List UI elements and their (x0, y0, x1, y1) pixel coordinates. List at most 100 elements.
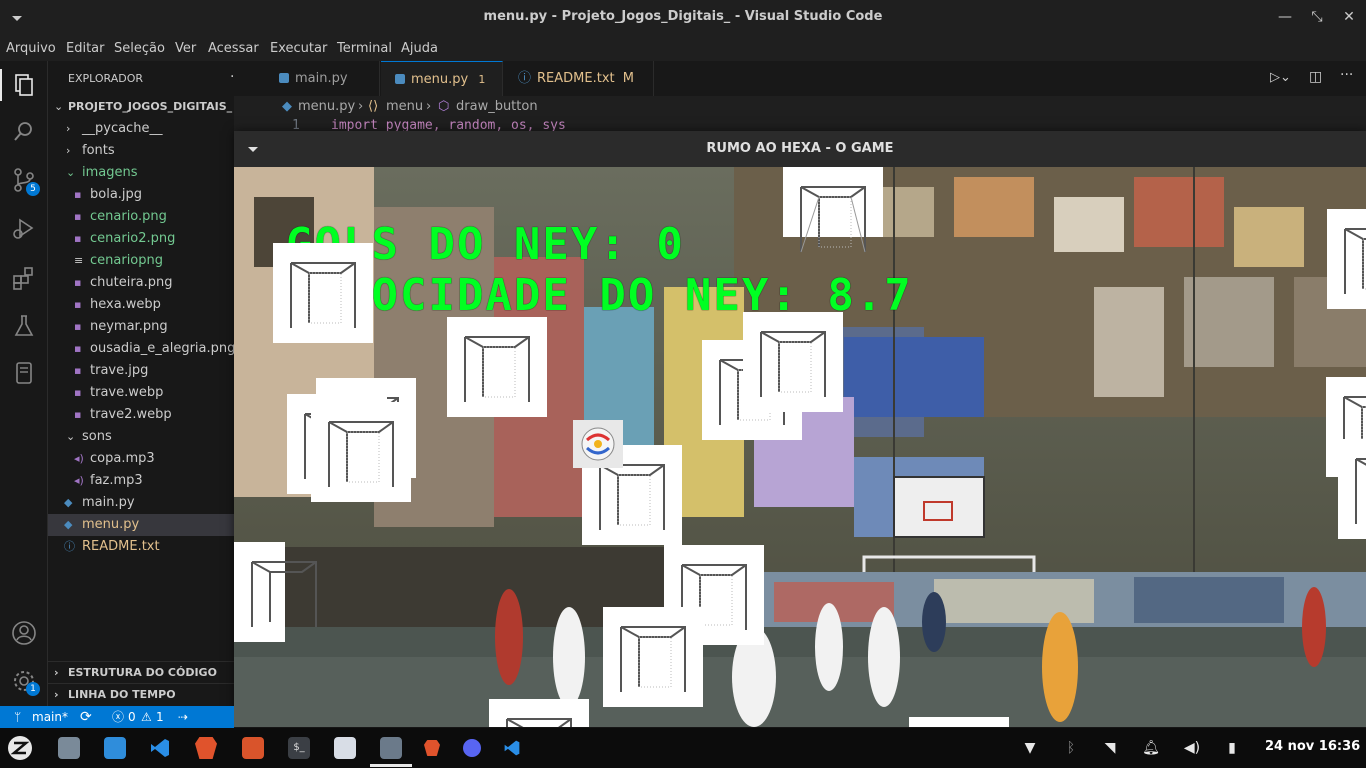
debug-icon[interactable]: ⇢ (178, 706, 188, 728)
image-file-icon: ▪ (74, 364, 82, 377)
launcher-icon[interactable] (8, 736, 32, 760)
menu-executar[interactable]: Executar (270, 41, 327, 56)
notifications-bell-icon[interactable]: 🔔︎ (1141, 738, 1161, 758)
project-root[interactable]: ⌄ PROJETO_JOGOS_DIGITAIS_ (48, 96, 234, 118)
game-canvas[interactable]: GOLS DO NEY: 0 VELOCIDADE DO NEY: 8.7 (234, 167, 1366, 727)
explorer-header: EXPLORADOR (68, 72, 144, 85)
menu-selecao[interactable]: Seleção (114, 41, 165, 56)
error-count[interactable]: 0 (128, 706, 136, 728)
restore-icon[interactable]: ⤡ (1308, 8, 1326, 26)
tree-file-hexa[interactable]: ▪ hexa.webp (48, 294, 234, 316)
goal-sprite (1327, 209, 1366, 309)
menu-arquivo[interactable]: Arquivo (6, 41, 56, 56)
explorer-icon[interactable] (10, 71, 38, 99)
image-file-icon: ▪ (74, 188, 82, 201)
network-vpn-icon[interactable]: ▼ (1020, 738, 1040, 758)
ball-sprite (573, 420, 623, 468)
outline-section[interactable]: › ESTRUTURA DO CÓDIGO (48, 661, 234, 683)
tree-file-trave-webp[interactable]: ▪ trave.webp (48, 382, 234, 404)
tab-menu-py[interactable]: menu.py 1 ✕ (381, 61, 503, 122)
vscode-icon[interactable] (149, 737, 171, 759)
chevron-down-icon: ⌄ (66, 430, 76, 443)
pdf-viewer-icon[interactable] (242, 737, 264, 759)
image-file-icon: ▪ (74, 320, 82, 333)
image-file-icon: ▪ (74, 276, 82, 289)
testing-flask-icon[interactable] (10, 312, 38, 340)
remote-explorer-icon[interactable] (10, 359, 38, 387)
brave-icon[interactable] (195, 737, 217, 759)
tree-file-cenariopng[interactable]: ≡ cenariopng (48, 250, 234, 272)
goal-sprite (234, 542, 317, 642)
tree-file-trave2[interactable]: ▪ trave2.webp (48, 404, 234, 426)
menu-ver[interactable]: Ver (175, 41, 196, 56)
volume-icon[interactable]: ◀) (1182, 738, 1202, 758)
files-icon[interactable] (58, 737, 80, 759)
image-file-icon: ▪ (74, 232, 82, 245)
tab-main-py[interactable]: main.py (261, 61, 380, 96)
vscode-titlebar: menu.py - Projeto_Jogos_Digitais_ - Visu… (0, 0, 1366, 36)
audio-file-icon: ◂) (74, 474, 84, 487)
wifi-icon[interactable]: ◥ (1100, 738, 1120, 758)
tree-folder-fonts[interactable]: › fonts (48, 140, 234, 162)
run-debug-icon[interactable] (10, 214, 38, 242)
tree-file-cenario[interactable]: ▪ cenario.png (48, 206, 234, 228)
tree-file-main-py[interactable]: ◆ main.py (48, 492, 234, 514)
tree-file-copa[interactable]: ◂) copa.mp3 (48, 448, 234, 470)
vscode-small-icon[interactable] (503, 739, 521, 757)
discord-icon[interactable] (463, 739, 481, 757)
text-editor-icon[interactable] (334, 737, 356, 759)
account-icon[interactable] (10, 619, 38, 647)
run-python-icon[interactable]: ▷⌄ (1270, 70, 1291, 85)
battery-icon[interactable]: ▮ (1222, 738, 1242, 758)
bluetooth-icon[interactable]: ᛒ (1061, 738, 1081, 758)
active-indicator (0, 69, 2, 101)
settings-app-icon[interactable] (380, 737, 402, 759)
module-icon: ⟨⟩ (368, 99, 379, 114)
menu-editar[interactable]: Editar (66, 41, 105, 56)
store-icon[interactable] (104, 737, 126, 759)
tree-file-neymar[interactable]: ▪ neymar.png (48, 316, 234, 338)
close-icon[interactable]: ✕ (1340, 8, 1358, 26)
tree-file-chuteira[interactable]: ▪ chuteira.png (48, 272, 234, 294)
chevron-down-icon: ⌄ (54, 100, 64, 113)
tree-file-faz[interactable]: ◂) faz.mp3 (48, 470, 234, 492)
info-icon: ⓘ (518, 71, 532, 86)
method-icon: ⬡ (438, 99, 450, 114)
tree-folder-sons[interactable]: ⌄ sons (48, 426, 234, 448)
tree-folder-pycache[interactable]: › __pycache__ (48, 118, 234, 140)
goal-sprite (273, 243, 373, 343)
more-actions-icon[interactable]: ··· (1340, 67, 1353, 83)
image-file-icon: ▪ (74, 342, 82, 355)
split-editor-icon[interactable]: ◫ (1309, 69, 1322, 85)
sync-icon[interactable]: ⟳ (80, 706, 92, 728)
chevron-right-icon: › (54, 688, 59, 701)
tree-file-bola[interactable]: ▪ bola.jpg (48, 184, 234, 206)
tree-folder-imagens[interactable]: ⌄ imagens (48, 162, 234, 184)
desktop: menu.py - Projeto_Jogos_Digitais_ - Visu… (0, 0, 1366, 768)
tree-file-readme[interactable]: ⓘ README.txt (48, 536, 234, 558)
tab-readme[interactable]: ⓘ README.txt M (504, 61, 654, 96)
menu-terminal[interactable]: Terminal (337, 41, 392, 56)
terminal-icon[interactable]: $_ (288, 737, 310, 759)
os-taskbar: $_ ▼ ᛒ ◥ 🔔︎ ◀) ▮ 24 nov 16:36 (0, 728, 1366, 768)
minimize-icon[interactable]: — (1276, 8, 1294, 26)
timeline-section[interactable]: › LINHA DO TEMPO (48, 683, 234, 705)
brave-small-icon[interactable] (424, 740, 440, 756)
branch-name[interactable]: main* (32, 706, 68, 728)
tree-file-menu-py[interactable]: ◆ menu.py (48, 514, 234, 536)
menu-acessar[interactable]: Acessar (208, 41, 259, 56)
game-titlebar: RUMO AO HEXA - O GAME (234, 131, 1366, 167)
tree-file-trave-jpg[interactable]: ▪ trave.jpg (48, 360, 234, 382)
window-title: menu.py - Projeto_Jogos_Digitais_ - Visu… (483, 9, 883, 24)
extensions-icon[interactable] (10, 264, 38, 292)
warning-count[interactable]: 1 (156, 706, 164, 728)
goal-sprite (603, 607, 703, 707)
clock[interactable]: 24 nov 16:36 (1265, 739, 1360, 754)
tree-file-cenario2[interactable]: ▪ cenario2.png (48, 228, 234, 250)
search-icon[interactable] (10, 118, 38, 146)
python-file-icon: ◆ (64, 518, 73, 531)
status-bar: ᛘ main* ⟳ ⓧ 0 ⚠ 1 ⇢ (0, 706, 234, 728)
tree-file-ousadia[interactable]: ▪ ousadia_e_alegria.png (48, 338, 235, 360)
menu-ajuda[interactable]: Ajuda (401, 41, 438, 56)
editor-tabs: main.py menu.py 1 ✕ ⓘREADME.txt M ▷⌄ ◫ ·… (234, 61, 1366, 122)
